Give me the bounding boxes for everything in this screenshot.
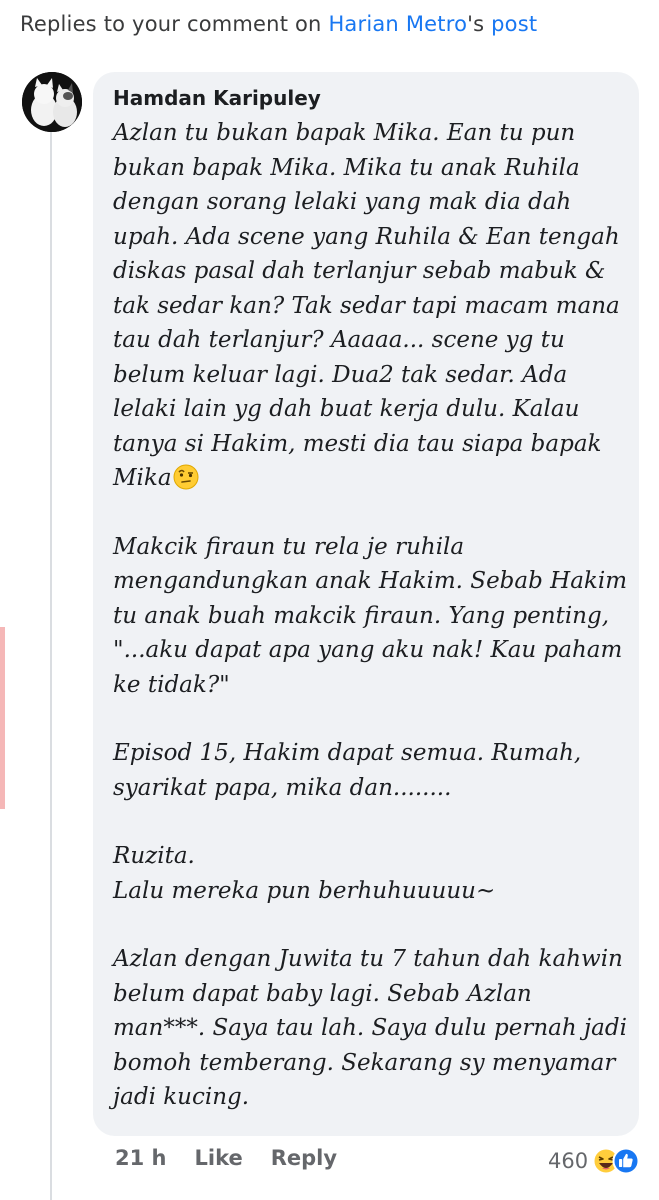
- paragraph-1-text: Azlan tu bukan bapak Mika. Ean tu pun bu…: [113, 120, 620, 491]
- thread-line: [50, 120, 52, 1200]
- header-suffix: 's: [467, 12, 492, 36]
- comment-bubble: Hamdan Karipuley Azlan tu bukan bapak Mi…: [93, 72, 639, 1136]
- comment-actions: 21 h Like Reply: [115, 1146, 337, 1170]
- comment-body: Azlan tu bukan bapak Mika. Ean tu pun bu…: [113, 116, 628, 1115]
- reply-button[interactable]: Reply: [271, 1146, 337, 1170]
- thumbs-up-icon: [612, 1147, 640, 1175]
- comment-author[interactable]: Hamdan Karipuley: [113, 86, 321, 110]
- header-prefix: Replies to your comment on: [20, 12, 329, 36]
- notification-header: Replies to your comment on Harian Metro'…: [20, 12, 537, 36]
- reaction-count: 460: [548, 1149, 589, 1173]
- edge-highlight: [0, 627, 5, 809]
- raised-eyebrow-emoji-icon: [173, 464, 199, 490]
- avatar[interactable]: [22, 72, 82, 132]
- comment-paragraph: Makcik firaun tu rela je ruhila mengandu…: [113, 533, 628, 698]
- comment-paragraph: Azlan dengan Juwita tu 7 tahun dah kahwi…: [113, 946, 627, 1110]
- post-link[interactable]: post: [491, 12, 537, 36]
- comment-paragraph: Azlan tu bukan bapak Mika. Ean tu pun bu…: [113, 116, 628, 496]
- comment-paragraph: Ruzita. Lalu mereka pun berhuhuuuuu~: [113, 843, 496, 904]
- page-name-link[interactable]: Harian Metro: [328, 12, 467, 36]
- comment-paragraph: Episod 15, Hakim dapat semua. Rumah, sya…: [113, 740, 582, 801]
- comment-timestamp[interactable]: 21 h: [115, 1146, 167, 1170]
- reaction-summary[interactable]: 460: [548, 1147, 640, 1175]
- like-button[interactable]: Like: [195, 1146, 243, 1170]
